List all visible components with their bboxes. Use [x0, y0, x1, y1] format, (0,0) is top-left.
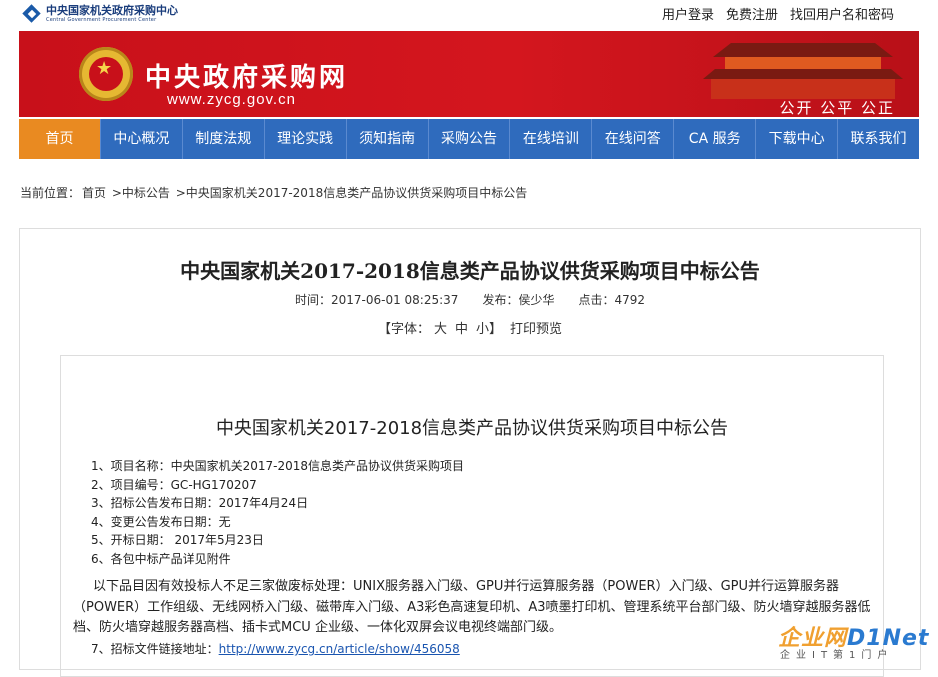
publish-time: 2017-06-01 08:25:37 [330, 293, 459, 307]
publisher-name: 侯少华 [518, 293, 555, 307]
nav-home[interactable]: 首页 [19, 119, 101, 159]
list-item: 5、开标日期： 2017年5月23日 [91, 533, 264, 548]
recover-account-link[interactable]: 找回用户名和密码 [790, 4, 894, 23]
site-logo[interactable]: 中央国家机关政府采购中心 Central Government Procurem… [22, 4, 178, 24]
print-preview-button[interactable]: 打印预览 [510, 322, 562, 337]
account-links: 用户登录 免费注册 找回用户名和密码 [662, 4, 894, 23]
banner-slogan: 公开 公平 公正 [779, 99, 895, 117]
tender-doc-link-item: 7、招标文件链接地址：http://www.zycg.cn/article/sh… [91, 640, 460, 657]
banner-url: www.zycg.gov.cn [167, 91, 296, 108]
nav-online-qa[interactable]: 在线问答 [592, 119, 675, 159]
login-link[interactable]: 用户登录 [662, 4, 714, 23]
nav-theory-practice[interactable]: 理论实践 [265, 119, 347, 159]
tender-doc-link[interactable]: http://www.zycg.cn/article/show/456058 [219, 642, 460, 656]
nav-online-training[interactable]: 在线培训 [510, 119, 593, 159]
tiananmen-illustration [703, 37, 903, 99]
nav-regulations[interactable]: 制度法规 [183, 119, 265, 159]
nav-procurement-notices[interactable]: 采购公告 [429, 119, 511, 159]
font-large-button[interactable]: 大 [434, 322, 447, 337]
breadcrumb-home[interactable]: 首页 [82, 186, 106, 200]
list-item: 2、项目编号：GC-HG170207 [91, 477, 257, 492]
breadcrumb-prefix: 当前位置： [20, 186, 81, 200]
breadcrumb-award-notices[interactable]: >中标公告 [112, 186, 170, 200]
article-title: 中央国家机关2017-2018信息类产品协议供货采购项目中标公告 [180, 259, 760, 283]
article-panel: 中央国家机关2017-2018信息类产品协议供货采购项目中标公告 时间：2017… [19, 228, 921, 677]
clicks-label: 点击： [578, 293, 615, 307]
font-medium-button[interactable]: 中 [455, 322, 468, 337]
nav-contact-us[interactable]: 联系我们 [838, 119, 919, 159]
project-info-list: 1、项目名称：中央国家机关2017-2018信息类产品协议供货采购项目 2、项目… [91, 457, 464, 569]
nav-ca-service[interactable]: CA 服务 [674, 119, 757, 159]
tender-doc-link-label: 7、招标文件链接地址： [91, 642, 219, 656]
top-bar: 中央国家机关政府采购中心 Central Government Procurem… [0, 0, 938, 28]
list-item: 4、变更公告发布日期：无 [91, 514, 231, 529]
nav-center-overview[interactable]: 中心概况 [101, 119, 183, 159]
body-title: 中央国家机关2017-2018信息类产品协议供货采购项目中标公告 [215, 418, 729, 439]
list-item: 3、招标公告发布日期：2017年4月24日 [91, 496, 309, 511]
watermark-tagline: 企业IT第1门户 [780, 650, 894, 661]
logo-diamond-icon [22, 4, 42, 24]
publisher-label: 发布： [482, 293, 519, 307]
failed-bids-paragraph: 以下品目因有效投标人不足三家做废标处理：UNIX服务器入门级、GPU并行运算服务… [73, 579, 871, 635]
logo-english-name: Central Government Procurement Center [46, 16, 157, 23]
list-item: 1、项目名称：中央国家机关2017-2018信息类产品协议供货采购项目 [91, 459, 465, 473]
font-size-controls: 【字体： 大中小】 打印预览 [20, 318, 920, 337]
nav-guidelines[interactable]: 须知指南 [347, 119, 429, 159]
main-nav: 首页 中心概况 制度法规 理论实践 须知指南 采购公告 在线培训 在线问答 CA… [19, 119, 919, 159]
national-emblem-icon: ★ [79, 47, 133, 101]
nav-download-center[interactable]: 下载中心 [756, 119, 839, 159]
breadcrumb-current-page[interactable]: >中央国家机关2017-2018信息类产品协议供货采购项目中标公告 [176, 186, 527, 200]
article-body: 中央国家机关2017-2018信息类产品协议供货采购项目中标公告 1、项目名称：… [60, 355, 884, 677]
font-small-button[interactable]: 小】 [476, 322, 502, 337]
d1net-watermark: 企业网D1Net 企业IT第1门户 [778, 620, 938, 661]
time-label: 时间： [294, 293, 331, 307]
article-meta: 时间：2017-06-01 08:25:37 发布：侯少华 点击：4792 [20, 291, 920, 308]
breadcrumb: 当前位置： 首页 >中标公告 >中央国家机关2017-2018信息类产品协议供货采… [20, 184, 529, 201]
click-count: 4792 [614, 293, 646, 307]
list-item: 6、各包中标产品详见附件 [91, 551, 231, 566]
font-size-label: 【字体： [377, 322, 430, 337]
banner-title: 中央政府采购网 [145, 63, 349, 93]
site-banner: ★ 中央政府采购网 www.zycg.gov.cn 公开 公平 公正 [19, 31, 919, 117]
register-link[interactable]: 免费注册 [726, 4, 778, 23]
logo-chinese-name: 中央国家机关政府采购中心 [46, 3, 178, 17]
